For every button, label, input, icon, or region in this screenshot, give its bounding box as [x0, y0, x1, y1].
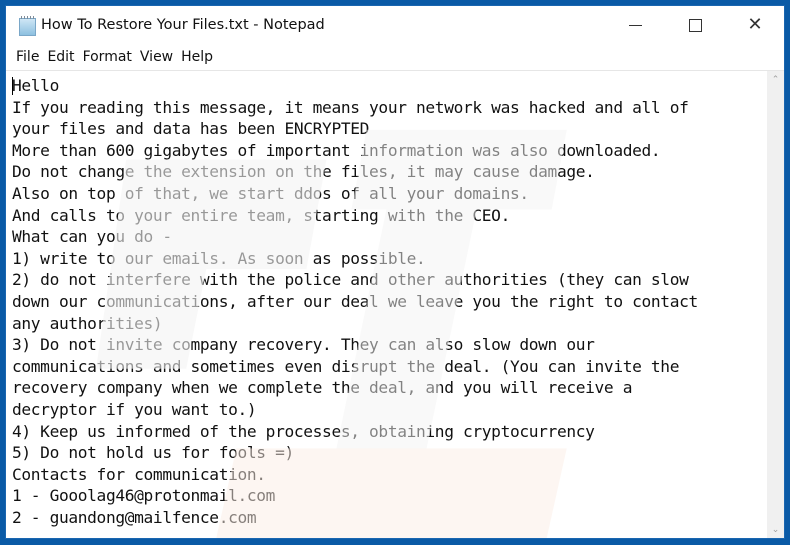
text-line: any authorities) — [12, 313, 163, 333]
text-line: 2 - guandong@mailfence.com — [12, 507, 257, 527]
chevron-up-icon: ⌃ — [771, 74, 780, 85]
text-editor[interactable]: Hello If you reading this message, it mea… — [6, 70, 784, 538]
window-title: How To Restore Your Files.txt - Notepad — [41, 17, 325, 33]
text-line: Also on top of that, we start ddos of al… — [12, 183, 529, 203]
scroll-up-button[interactable]: ⌃ — [767, 71, 784, 88]
title-bar[interactable]: How To Restore Your Files.txt - Notepad … — [6, 6, 784, 44]
maximize-icon — [688, 18, 702, 32]
text-line: More than 600 gigabytes of important inf… — [12, 140, 661, 160]
text-line: Contacts for communication. — [12, 464, 266, 484]
maximize-button[interactable] — [666, 6, 724, 44]
text-line: What can you do - — [12, 227, 172, 247]
menu-file[interactable]: File — [12, 49, 43, 65]
close-icon: ✕ — [747, 14, 763, 35]
text-line: 4) Keep us informed of the processes, ob… — [12, 421, 595, 441]
menu-format[interactable]: Format — [79, 49, 136, 65]
text-line: recovery company when we complete the de… — [12, 378, 633, 398]
vertical-scrollbar[interactable]: ⌃ ⌄ — [767, 71, 784, 538]
text-line: Hello — [12, 76, 59, 95]
menu-bar: File Edit Format View Help — [6, 46, 784, 68]
text-line: communications and sometimes even disrup… — [12, 356, 680, 376]
text-line: 1) write to our emails. As soon as possi… — [12, 248, 426, 268]
text-line: And calls to your entire team, starting … — [12, 205, 510, 225]
chevron-down-icon: ⌄ — [771, 524, 780, 535]
text-line: If you reading this message, it means yo… — [12, 97, 689, 117]
text-caret — [12, 77, 13, 95]
text-line: decryptor if you want to.) — [12, 399, 257, 419]
scroll-down-button[interactable]: ⌄ — [767, 521, 784, 538]
close-button[interactable]: ✕ — [726, 6, 784, 44]
text-line: down our communications, after our deal … — [12, 291, 698, 311]
text-line: your files and data has been ENCRYPTED — [12, 119, 370, 139]
minimize-icon — [628, 24, 642, 26]
notepad-window: How To Restore Your Files.txt - Notepad … — [5, 5, 785, 539]
minimize-button[interactable] — [606, 6, 664, 44]
menu-view[interactable]: View — [136, 49, 177, 65]
text-line: 3) Do not invite company recovery. They … — [12, 335, 595, 355]
text-line: 2) do not interfere with the police and … — [12, 270, 689, 290]
menu-help[interactable]: Help — [177, 49, 217, 65]
text-line: 1 - Gooolag46@protonmail.com — [12, 486, 276, 506]
menu-edit[interactable]: Edit — [43, 49, 78, 65]
document-text[interactable]: Hello If you reading this message, it mea… — [12, 75, 762, 538]
text-line: Do not change the extension on the files… — [12, 162, 595, 182]
notepad-icon — [19, 16, 36, 36]
text-line: 5) Do not hold us for fools =) — [12, 443, 294, 463]
